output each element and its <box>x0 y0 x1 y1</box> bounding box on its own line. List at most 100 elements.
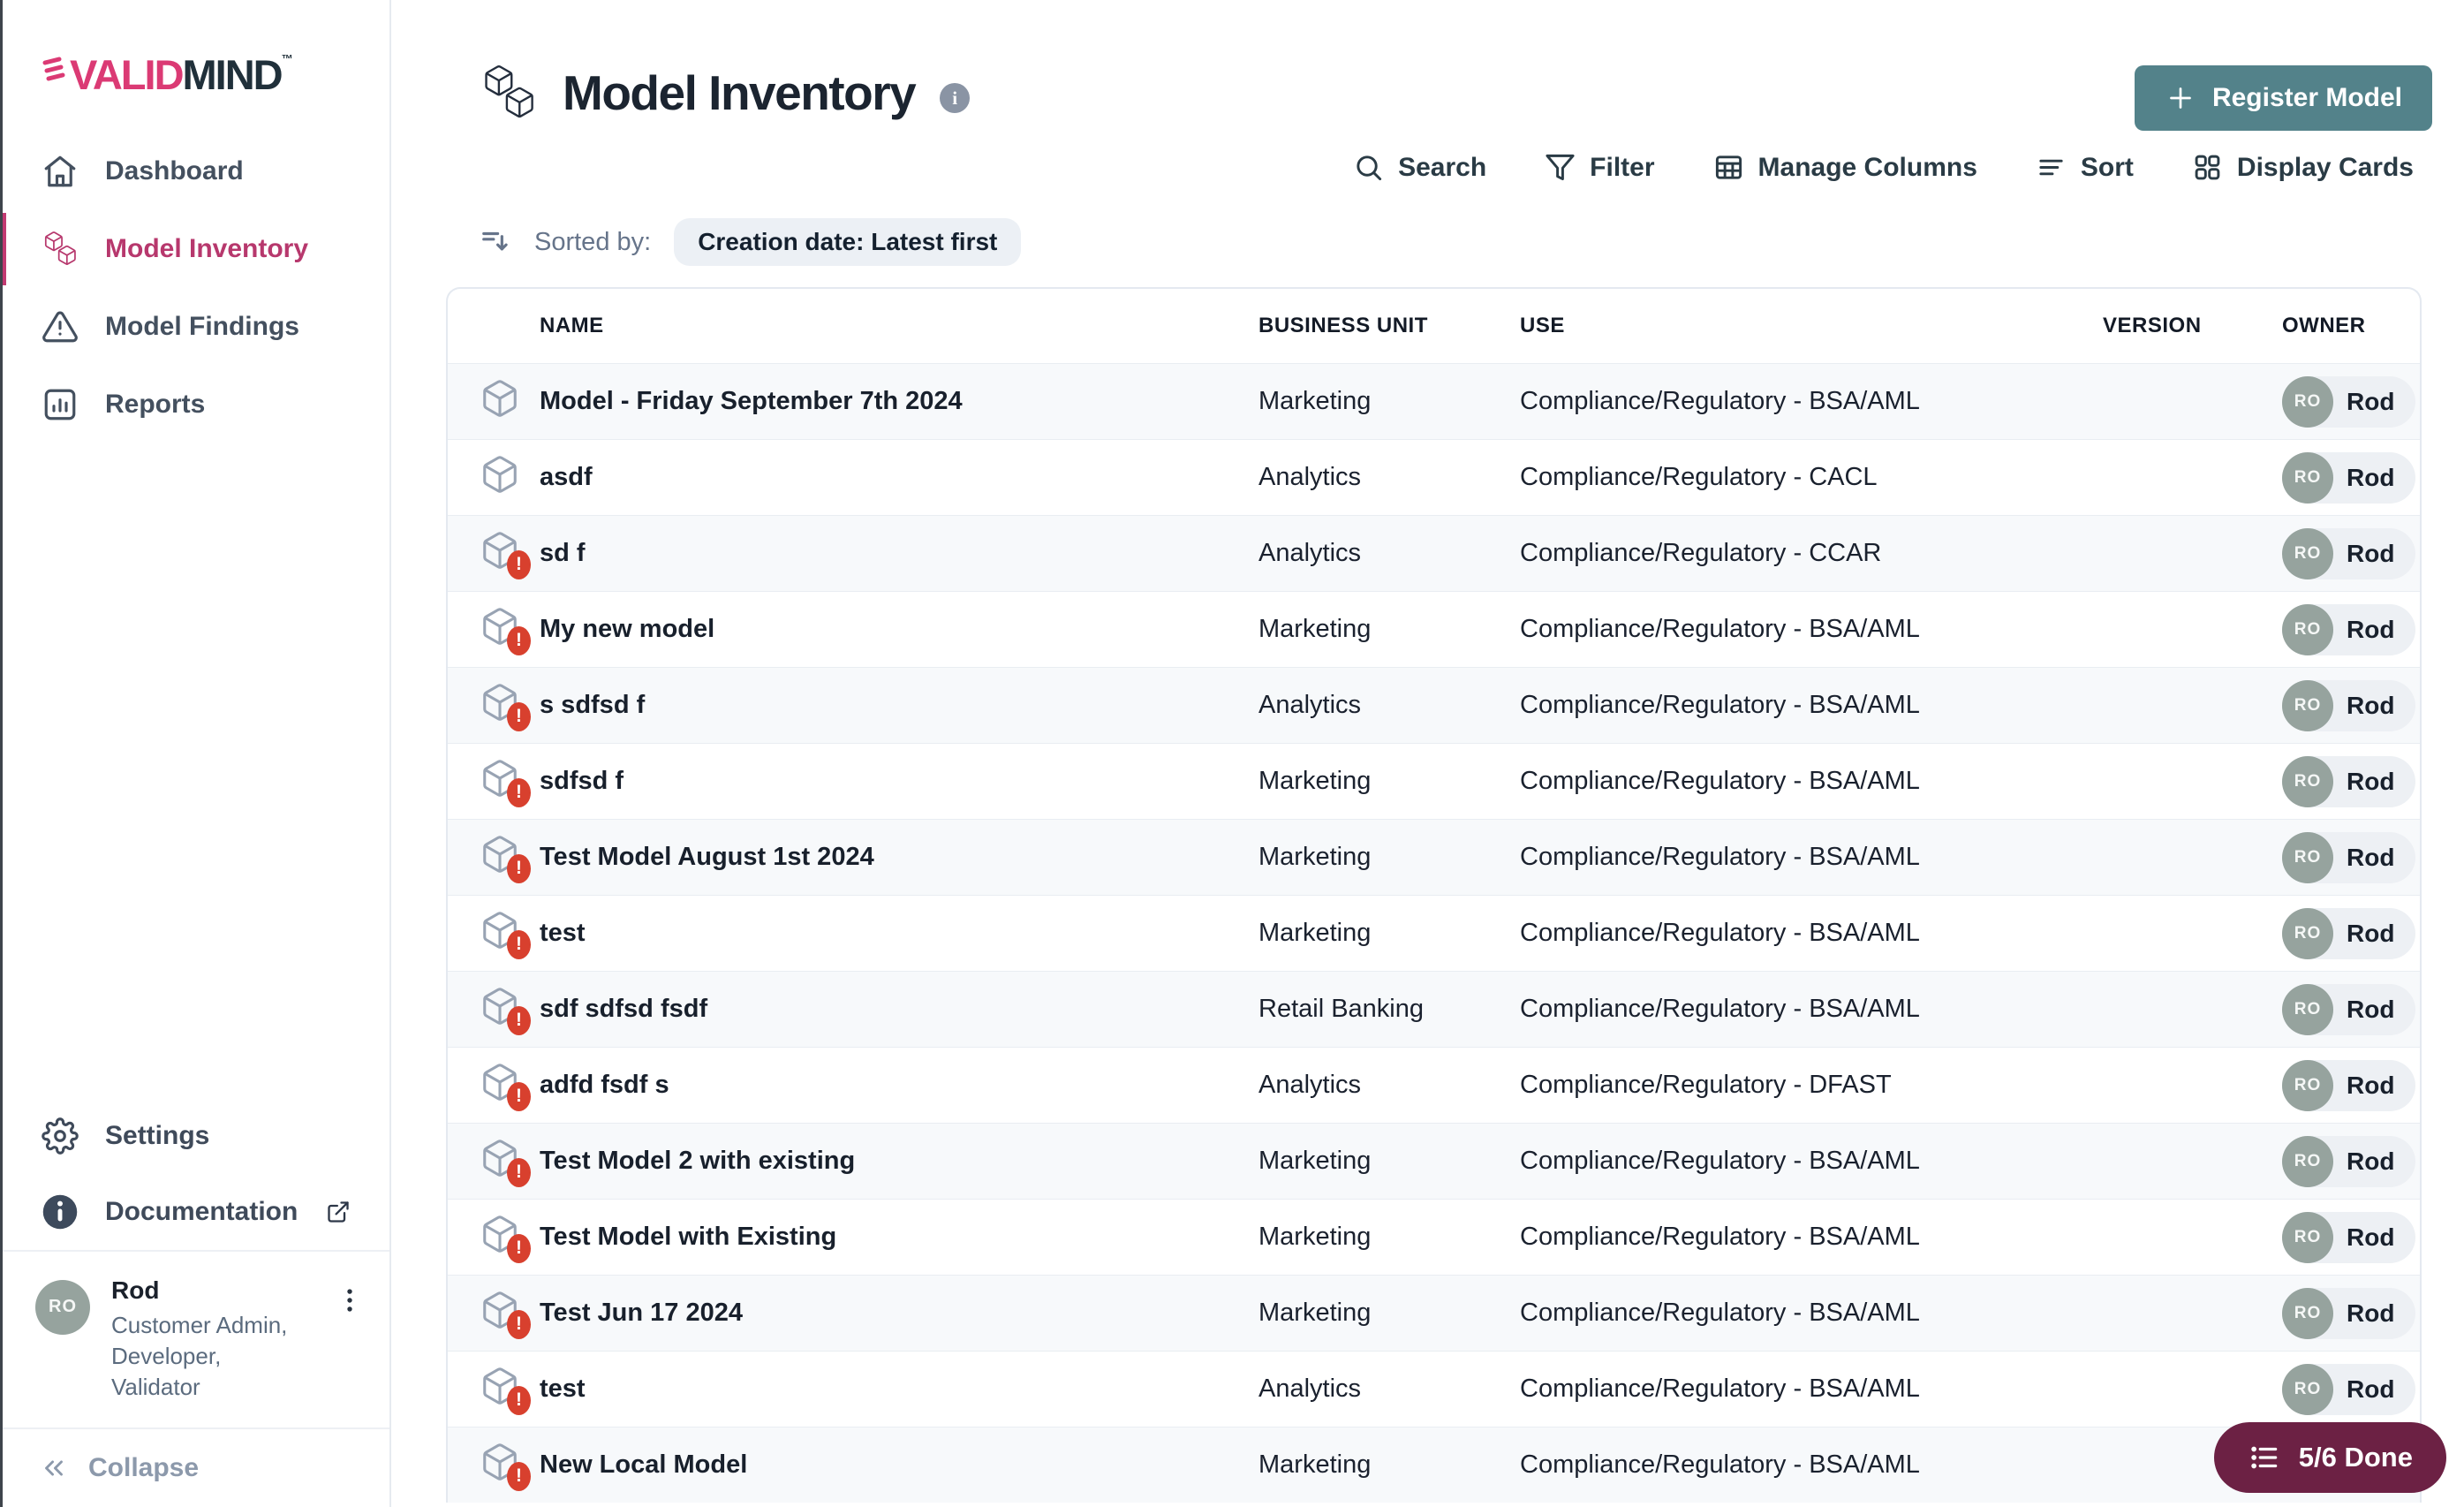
search-icon <box>1353 152 1384 183</box>
tool-label: Manage Columns <box>1758 153 1977 183</box>
model-name-link[interactable]: test <box>540 1374 586 1403</box>
sort-chip[interactable]: Creation date: Latest first <box>674 218 1021 266</box>
use-cell: Compliance/Regulatory - BSA/AML <box>1520 1223 2103 1252</box>
model-name-link[interactable]: s sdfsd f <box>540 691 645 719</box>
brand-trademark: ™ <box>282 52 291 65</box>
business-unit-cell: Marketing <box>1258 1223 1520 1252</box>
plus-icon <box>2165 82 2196 114</box>
grid-cards-icon <box>2192 152 2223 183</box>
sidebar-item-documentation[interactable]: Documentation <box>0 1174 389 1250</box>
tool-label: Display Cards <box>2237 153 2414 183</box>
owner-name: Rod <box>2347 768 2394 796</box>
column-header-owner[interactable]: OWNER <box>2282 314 2420 338</box>
use-cell: Compliance/Regulatory - CCAR <box>1520 539 2103 568</box>
model-name-link[interactable]: test <box>540 919 586 947</box>
table-row[interactable]: ! test Analytics Compliance/Regulatory -… <box>448 1351 2420 1427</box>
sidebar-item-reports[interactable]: Reports <box>0 366 389 443</box>
table-row[interactable]: ! Test Jun 17 2024 Marketing Compliance/… <box>448 1275 2420 1351</box>
alert-badge-icon: ! <box>507 550 531 579</box>
filter-button[interactable]: Filter <box>1545 152 1654 183</box>
owner-name: Rod <box>2347 1147 2394 1176</box>
kebab-menu-icon[interactable] <box>335 1285 365 1315</box>
business-unit-cell: Marketing <box>1258 615 1520 644</box>
business-unit-cell: Marketing <box>1258 919 1520 948</box>
model-name-link[interactable]: sd f <box>540 539 586 567</box>
table-row[interactable]: ! sdfsd f Marketing Compliance/Regulator… <box>448 743 2420 819</box>
model-name-link[interactable]: Test Model August 1st 2024 <box>540 843 874 871</box>
owner-avatar: RO <box>2282 1364 2333 1415</box>
column-header-use[interactable]: USE <box>1520 314 2103 338</box>
table-row[interactable]: ! test Marketing Compliance/Regulatory -… <box>448 895 2420 971</box>
table-row[interactable]: ! Test Model August 1st 2024 Marketing C… <box>448 819 2420 895</box>
business-unit-cell: Marketing <box>1258 1299 1520 1328</box>
bar-chart-icon <box>42 386 79 423</box>
model-name-link[interactable]: asdf <box>540 463 593 491</box>
owner-name: Rod <box>2347 1223 2394 1252</box>
business-unit-cell: Retail Banking <box>1258 995 1520 1024</box>
table-row[interactable]: ! s sdfsd f Analytics Compliance/Regulat… <box>448 667 2420 743</box>
model-name-link[interactable]: New Local Model <box>540 1450 747 1479</box>
user-name: Rod <box>111 1276 314 1305</box>
logo-dashes-icon <box>42 56 68 93</box>
table-row[interactable]: ! sd f Analytics Compliance/Regulatory -… <box>448 515 2420 591</box>
owner-avatar: RO <box>2282 452 2333 504</box>
model-name-link[interactable]: Test Model 2 with existing <box>540 1147 855 1175</box>
user-section[interactable]: RO Rod Customer Admin, Developer, Valida… <box>0 1252 389 1427</box>
column-header-business-unit[interactable]: BUSINESS UNIT <box>1258 314 1520 338</box>
column-header-version[interactable]: VERSION <box>2103 314 2282 338</box>
owner-name: Rod <box>2347 844 2394 872</box>
owner-badge: RO Rod <box>2282 1136 2415 1187</box>
owner-name: Rod <box>2347 920 2394 948</box>
sort-descending-icon <box>480 225 513 259</box>
table-row[interactable]: ! sdf sdfsd fsdf Retail Banking Complian… <box>448 971 2420 1047</box>
collapse-button[interactable]: Collapse <box>0 1429 389 1507</box>
owner-name: Rod <box>2347 464 2394 492</box>
sidebar-item-dashboard[interactable]: Dashboard <box>0 133 389 210</box>
sidebar-item-model-inventory[interactable]: Model Inventory <box>0 210 389 288</box>
table-row[interactable]: ! asdf Analytics Compliance/Regulatory -… <box>448 439 2420 515</box>
model-cube-icon: ! <box>480 758 520 799</box>
column-header-name[interactable]: NAME <box>540 314 1258 338</box>
model-name-link[interactable]: adfd fsdf s <box>540 1071 669 1099</box>
inventory-table-body: ! Model - Friday September 7th 2024 Mark… <box>448 363 2420 1503</box>
table-row[interactable]: ! Test Model 2 with existing Marketing C… <box>448 1123 2420 1199</box>
info-icon[interactable]: i <box>940 83 970 113</box>
table-row[interactable]: ! Model - Friday September 7th 2024 Mark… <box>448 363 2420 439</box>
use-cell: Compliance/Regulatory - DFAST <box>1520 1071 2103 1100</box>
sidebar-item-model-findings[interactable]: Model Findings <box>0 288 389 366</box>
model-name-link[interactable]: My new model <box>540 615 714 643</box>
owner-avatar: RO <box>2282 680 2333 731</box>
model-name-link[interactable]: sdf sdfsd fsdf <box>540 995 707 1023</box>
model-name-link[interactable]: Model - Friday September 7th 2024 <box>540 387 963 415</box>
use-cell: Compliance/Regulatory - BSA/AML <box>1520 1374 2103 1404</box>
search-button[interactable]: Search <box>1353 152 1486 183</box>
onboarding-progress-button[interactable]: 5/6 Done <box>2214 1422 2446 1493</box>
business-unit-cell: Marketing <box>1258 843 1520 872</box>
table-row[interactable]: ! Test Model with Existing Marketing Com… <box>448 1199 2420 1275</box>
sidebar-item-settings[interactable]: Settings <box>0 1098 389 1174</box>
table-header-row: NAME BUSINESS UNIT USE VERSION OWNER <box>448 289 2420 363</box>
table-row[interactable]: ! My new model Marketing Compliance/Regu… <box>448 591 2420 667</box>
model-name-link[interactable]: sdfsd f <box>540 767 624 795</box>
table-toolbar: Search Filter Manage Columns Sort Displa… <box>1353 152 2414 183</box>
model-name-link[interactable]: Test Model with Existing <box>540 1223 836 1251</box>
sort-button[interactable]: Sort <box>2036 152 2134 183</box>
owner-name: Rod <box>2347 1299 2394 1328</box>
owner-badge: RO Rod <box>2282 452 2415 504</box>
manage-columns-button[interactable]: Manage Columns <box>1713 152 1977 183</box>
validmind-logo[interactable]: VALIDMIND ™ <box>42 50 389 99</box>
table-columns-icon <box>1713 152 1744 183</box>
display-cards-button[interactable]: Display Cards <box>2192 152 2414 183</box>
owner-avatar: RO <box>2282 756 2333 807</box>
owner-badge: RO Rod <box>2282 756 2415 807</box>
use-cell: Compliance/Regulatory - BSA/AML <box>1520 767 2103 796</box>
owner-badge: RO Rod <box>2282 680 2415 731</box>
table-row[interactable]: ! New Local Model Marketing Compliance/R… <box>448 1427 2420 1503</box>
alert-badge-icon: ! <box>507 1006 531 1035</box>
owner-name: Rod <box>2347 1375 2394 1404</box>
model-name-link[interactable]: Test Jun 17 2024 <box>540 1299 743 1327</box>
tool-label: Filter <box>1590 153 1654 183</box>
register-model-button[interactable]: Register Model <box>2135 65 2432 131</box>
table-row[interactable]: ! adfd fsdf s Analytics Compliance/Regul… <box>448 1047 2420 1123</box>
sorted-by-bar: Sorted by: Creation date: Latest first <box>480 218 1021 266</box>
